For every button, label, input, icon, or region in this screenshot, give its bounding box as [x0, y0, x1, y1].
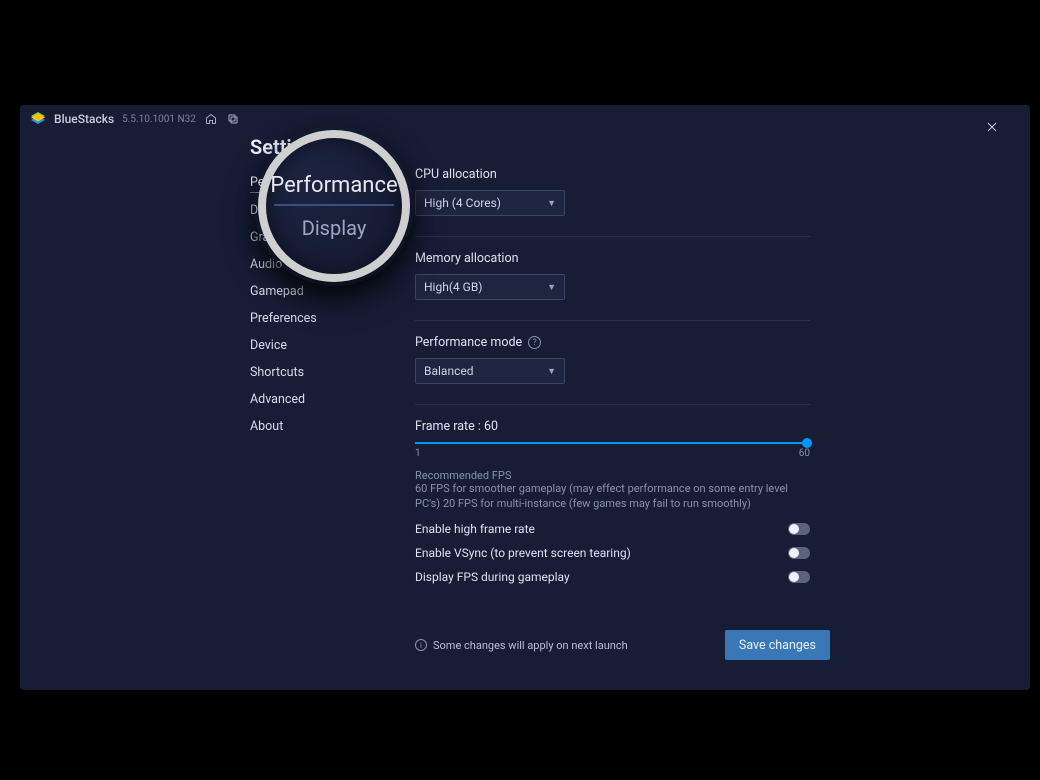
- recommended-fps-body: 60 FPS for smoother gameplay (may effect…: [415, 482, 810, 512]
- toggle-high-frame-row: Enable high frame rate: [415, 522, 810, 536]
- sidebar-item-about[interactable]: About: [250, 419, 322, 436]
- chevron-down-icon: ▼: [547, 198, 556, 209]
- toggle-high-frame[interactable]: [788, 523, 810, 535]
- sidebar-item-shortcuts[interactable]: Shortcuts: [250, 365, 322, 382]
- slider-range-labels: 1 60: [415, 448, 810, 459]
- toggle-knob: [789, 572, 799, 582]
- toggle-display-fps-row: Display FPS during gameplay: [415, 570, 810, 584]
- toggle-knob: [789, 524, 799, 534]
- performance-mode-label-text: Performance mode: [415, 335, 522, 350]
- footer-note-text: Some changes will apply on next launch: [433, 639, 628, 652]
- sidebar-item-device[interactable]: Device: [250, 338, 322, 355]
- toggle-knob: [789, 548, 799, 558]
- cpu-allocation-value: High (4 Cores): [424, 196, 501, 210]
- toggle-high-frame-label: Enable high frame rate: [415, 522, 535, 536]
- app-version: 5.5.10.1001 N32: [122, 114, 196, 125]
- settings-content: CPU allocation High (4 Cores) ▼ Memory a…: [415, 167, 810, 584]
- divider: [415, 320, 810, 321]
- sidebar-item-preferences[interactable]: Preferences: [250, 311, 322, 328]
- sidebar-item-label: Graphics: [250, 230, 299, 245]
- home-icon[interactable]: [204, 112, 218, 126]
- info-icon: i: [415, 639, 427, 651]
- toggle-display-fps-label: Display FPS during gameplay: [415, 570, 570, 584]
- sidebar-item-graphics[interactable]: Graphics: [250, 230, 322, 247]
- copy-icon[interactable]: [226, 112, 240, 126]
- help-icon[interactable]: ?: [528, 336, 541, 349]
- toggle-display-fps[interactable]: [788, 571, 810, 583]
- divider: [415, 236, 810, 237]
- sidebar-item-label: About: [250, 419, 283, 434]
- toggle-vsync-label: Enable VSync (to prevent screen tearing): [415, 546, 631, 560]
- performance-mode-select[interactable]: Balanced ▼: [415, 358, 565, 384]
- divider: [415, 404, 810, 405]
- slider-thumb[interactable]: [802, 438, 812, 448]
- sidebar-item-gamepad[interactable]: Gamepad: [250, 284, 322, 301]
- sidebar-item-label: Shortcuts: [250, 365, 304, 380]
- settings-window: BlueStacks 5.5.10.1001 N32 Settings Perf…: [20, 105, 1030, 690]
- sidebar-item-label: Preferences: [250, 311, 317, 326]
- memory-allocation-field: Memory allocation High(4 GB) ▼: [415, 251, 810, 300]
- memory-allocation-value: High(4 GB): [424, 280, 482, 294]
- sidebar-item-label: Gamepad: [250, 284, 304, 299]
- sidebar-item-display[interactable]: Display: [250, 203, 322, 220]
- sidebar-item-advanced[interactable]: Advanced: [250, 392, 322, 409]
- performance-mode-field: Performance mode ? Balanced ▼: [415, 335, 810, 384]
- chevron-down-icon: ▼: [547, 282, 556, 293]
- sidebar-item-performance[interactable]: Performance: [250, 175, 322, 193]
- memory-allocation-select[interactable]: High(4 GB) ▼: [415, 274, 565, 300]
- framerate-slider[interactable]: 1 60: [415, 442, 810, 459]
- close-button[interactable]: [982, 117, 1002, 137]
- sidebar-item-label: Performance: [250, 175, 322, 190]
- app-name: BlueStacks: [54, 112, 114, 126]
- sidebar-item-label: Display: [250, 203, 290, 218]
- toggle-vsync-row: Enable VSync (to prevent screen tearing): [415, 546, 810, 560]
- recommended-fps-head: Recommended FPS: [415, 469, 810, 482]
- performance-mode-value: Balanced: [424, 364, 474, 378]
- sidebar-item-label: Advanced: [250, 392, 305, 407]
- settings-sidebar: Performance Display Graphics Audio Gamep…: [250, 175, 322, 436]
- slider-track[interactable]: [415, 442, 810, 444]
- memory-allocation-label: Memory allocation: [415, 251, 810, 266]
- sidebar-item-label: Device: [250, 338, 287, 353]
- cpu-allocation-select[interactable]: High (4 Cores) ▼: [415, 190, 565, 216]
- page-title: Settings: [250, 135, 324, 159]
- chevron-down-icon: ▼: [547, 366, 556, 377]
- slider-min: 1: [415, 448, 421, 459]
- performance-mode-label: Performance mode ?: [415, 335, 810, 350]
- slider-max: 60: [799, 448, 810, 459]
- cpu-allocation-field: CPU allocation High (4 Cores) ▼: [415, 167, 810, 216]
- save-changes-button[interactable]: Save changes: [725, 630, 830, 660]
- settings-footer: i Some changes will apply on next launch…: [415, 630, 830, 660]
- cpu-allocation-label: CPU allocation: [415, 167, 810, 182]
- framerate-label: Frame rate : 60: [415, 419, 810, 434]
- footer-note: i Some changes will apply on next launch: [415, 639, 628, 652]
- framerate-field: Frame rate : 60 1 60: [415, 419, 810, 459]
- bluestacks-logo-icon: [30, 111, 46, 127]
- titlebar: BlueStacks 5.5.10.1001 N32: [20, 105, 1030, 133]
- sidebar-item-audio[interactable]: Audio: [250, 257, 322, 274]
- sidebar-item-label: Audio: [250, 257, 282, 272]
- toggle-vsync[interactable]: [788, 547, 810, 559]
